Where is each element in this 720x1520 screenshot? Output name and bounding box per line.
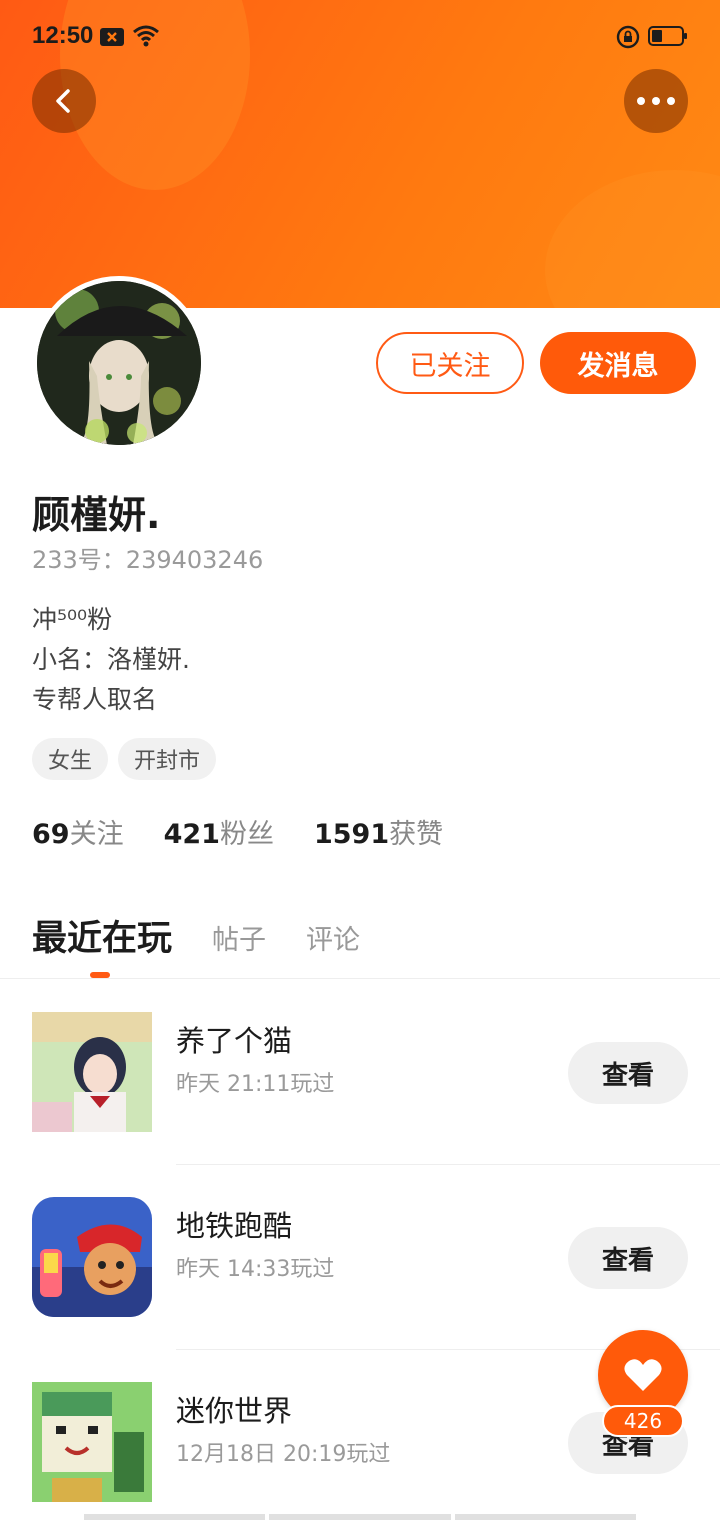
game-played-time: 昨天 21:11玩过 — [176, 1072, 335, 1097]
stat-following[interactable]: 69关注 — [32, 812, 124, 851]
game-icon — [32, 1197, 152, 1317]
rotation-lock-icon — [616, 25, 640, 49]
more-dots-icon — [637, 97, 675, 105]
stat-label: 粉丝 — [219, 819, 274, 850]
bio-line: 冲⁵⁰⁰粉 — [32, 605, 113, 634]
game-played-time: 12月18日 20:19玩过 — [176, 1442, 391, 1467]
heart-icon — [624, 1359, 662, 1391]
bottom-strip — [84, 1514, 636, 1520]
view-button[interactable]: 查看 — [568, 1042, 688, 1104]
game-name: 地铁跑酷 — [176, 1209, 293, 1243]
view-button[interactable]: 查看 — [568, 1227, 688, 1289]
profile-stats: 69关注 421粉丝 1591获赞 — [32, 812, 483, 851]
like-count-badge: 426 — [602, 1405, 684, 1437]
chevron-left-icon — [56, 89, 70, 113]
stat-label: 关注 — [69, 819, 124, 850]
send-message-button[interactable]: 发消息 — [540, 332, 696, 394]
notification-x-icon — [100, 28, 124, 46]
profile-uid: 233号：239403246 — [32, 546, 264, 574]
avatar[interactable] — [32, 276, 206, 450]
profile-tags: 女生 开封市 — [32, 738, 217, 780]
list-item[interactable]: 养了个猫 昨天 21:11玩过 查看 — [0, 980, 720, 1165]
battery-icon — [648, 26, 687, 46]
stat-value: 421 — [163, 819, 220, 850]
bio-line: 小名：洛槿妍. — [32, 645, 190, 674]
bio-line: 专帮人取名 — [32, 685, 158, 714]
tab-comments[interactable]: 评论 — [306, 918, 360, 961]
stat-value: 69 — [32, 819, 70, 850]
game-name: 养了个猫 — [176, 1024, 293, 1058]
profile-name: 顾槿妍. — [32, 493, 161, 537]
wifi-icon — [133, 25, 159, 47]
game-name: 迷你世界 — [176, 1394, 293, 1428]
stat-label: 获赞 — [389, 819, 444, 850]
stat-followers[interactable]: 421粉丝 — [164, 812, 274, 851]
status-bar: 12:50 — [0, 0, 720, 74]
tag-gender: 女生 — [32, 738, 109, 780]
strip-segment — [269, 1514, 451, 1520]
game-played-time: 昨天 14:33玩过 — [176, 1257, 335, 1282]
strip-segment — [84, 1514, 266, 1520]
avatar-image — [37, 281, 201, 445]
stat-likes[interactable]: 1591获赞 — [314, 812, 443, 851]
tag-city: 开封市 — [118, 738, 217, 780]
strip-segment — [454, 1514, 636, 1520]
tab-recently-played[interactable]: 最近在玩 — [32, 910, 172, 961]
game-icon — [32, 1382, 152, 1502]
tabs-divider — [0, 978, 720, 979]
back-button[interactable] — [32, 69, 96, 133]
status-time: 12:50 — [32, 22, 94, 49]
game-icon — [32, 1012, 152, 1132]
content-tabs: 最近在玩 帖子 评论 — [32, 910, 400, 961]
profile-bio: 冲⁵⁰⁰粉 小名：洛槿妍. 专帮人取名 — [32, 600, 190, 720]
avatar-illustration — [37, 281, 201, 445]
list-item[interactable]: 地铁跑酷 昨天 14:33玩过 查看 — [0, 1165, 720, 1350]
banner-decoration — [545, 170, 720, 308]
stat-value: 1591 — [313, 819, 390, 850]
tab-posts[interactable]: 帖子 — [212, 918, 266, 961]
followed-button[interactable]: 已关注 — [376, 332, 524, 394]
more-button[interactable] — [624, 69, 688, 133]
